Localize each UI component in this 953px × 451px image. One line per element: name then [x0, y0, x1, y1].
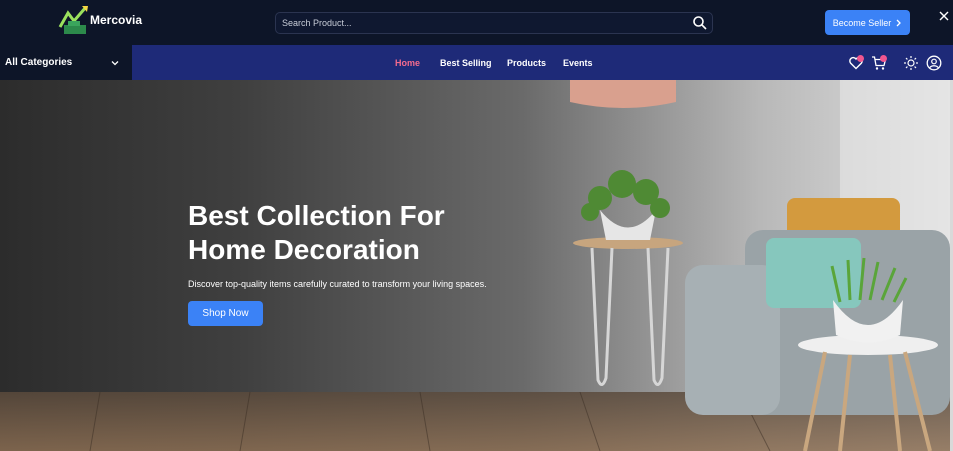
brand-name[interactable]: Mercovia [90, 13, 142, 27]
become-seller-button[interactable]: Become Seller [825, 10, 910, 35]
search-input[interactable] [282, 13, 682, 33]
search-box[interactable] [275, 12, 713, 34]
chevron-right-icon [896, 19, 902, 26]
shop-now-button[interactable]: Shop Now [188, 301, 263, 326]
nav-link-best-selling[interactable]: Best Selling [440, 58, 492, 68]
categories-label: All Categories [5, 57, 73, 68]
close-icon[interactable] [938, 10, 950, 22]
nav-link-events[interactable]: Events [563, 58, 593, 68]
nav-link-products[interactable]: Products [507, 58, 546, 68]
user-profile-icon[interactable] [926, 55, 942, 71]
nav-link-home[interactable]: Home [395, 58, 420, 68]
hero-title: Best Collection For Home Decoration [188, 199, 508, 267]
wishlist-badge [857, 55, 864, 62]
chevron-down-icon[interactable] [110, 58, 120, 68]
hero-title-line1: Best Collection For [188, 200, 445, 231]
cart-badge [880, 55, 887, 62]
hero-description: Discover top-quality items carefully cur… [188, 279, 487, 289]
search-icon[interactable] [692, 15, 708, 31]
sun-icon[interactable] [903, 55, 919, 71]
hero-title-line2: Home Decoration [188, 234, 420, 265]
become-seller-label: Become Seller [832, 17, 892, 28]
